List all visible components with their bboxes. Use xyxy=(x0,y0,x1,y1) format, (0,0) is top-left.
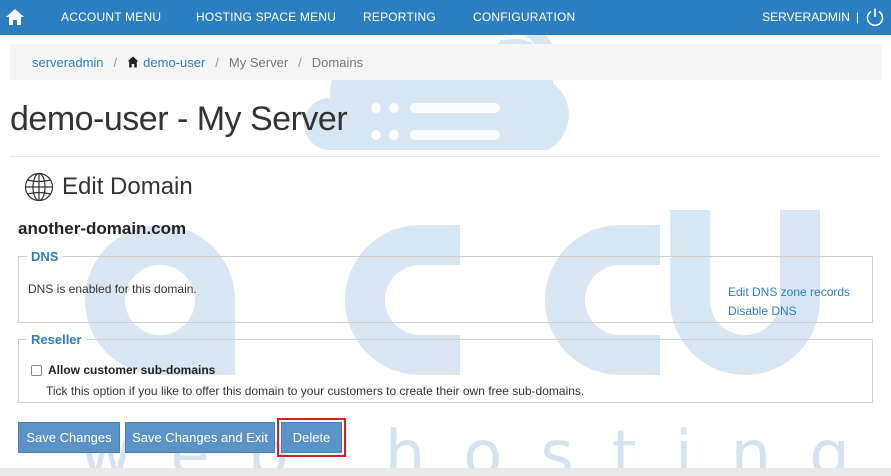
user-separator: | xyxy=(855,10,859,24)
breadcrumb-separator: / xyxy=(298,54,302,70)
user-area: SERVERADMIN | xyxy=(762,7,885,27)
reseller-panel: Reseller Allow customer sub-domains Tick… xyxy=(18,332,873,403)
dns-legend: DNS xyxy=(31,249,59,264)
delete-button[interactable]: Delete xyxy=(281,422,342,453)
nav-reporting[interactable]: REPORTING xyxy=(363,10,436,24)
nav-account-menu[interactable]: ACCOUNT MENU xyxy=(61,10,161,24)
section-title: Edit Domain xyxy=(62,173,193,200)
disable-dns-link[interactable]: Disable DNS xyxy=(728,302,850,321)
footer-strip xyxy=(0,468,891,476)
breadcrumb-demo-user[interactable]: demo-user xyxy=(143,55,205,70)
breadcrumb: serveradmin / demo-user / My Server / Do… xyxy=(10,44,882,80)
domain-name: another-domain.com xyxy=(18,219,187,238)
page-title: demo-user - My Server xyxy=(10,100,348,138)
username-link[interactable]: SERVERADMIN xyxy=(762,10,850,24)
breadcrumb-separator: / xyxy=(215,54,219,70)
allow-sub-domains-checkbox[interactable] xyxy=(31,364,42,376)
checkbox-help-text: Tick this option if you like to offer th… xyxy=(46,384,585,398)
nav-configuration[interactable]: CONFIGURATION xyxy=(473,10,575,24)
globe-icon xyxy=(24,172,54,202)
breadcrumb-separator: / xyxy=(113,54,118,70)
dns-links: Edit DNS zone records Disable DNS xyxy=(728,283,850,321)
breadcrumb-serveradmin[interactable]: serveradmin xyxy=(32,55,104,70)
nav-hosting-space-menu[interactable]: HOSTING SPACE MENU xyxy=(196,10,336,24)
save-changes-button[interactable]: Save Changes xyxy=(18,422,120,453)
reseller-legend: Reseller xyxy=(31,332,82,347)
dns-panel: DNS DNS is enabled for this domain. Edit… xyxy=(18,249,873,323)
divider xyxy=(10,156,880,157)
home-icon[interactable] xyxy=(5,8,25,26)
save-changes-exit-button[interactable]: Save Changes and Exit xyxy=(125,422,275,453)
home-icon xyxy=(127,56,139,68)
power-icon[interactable] xyxy=(865,7,885,27)
top-navbar: ACCOUNT MENU HOSTING SPACE MENU REPORTIN… xyxy=(0,0,891,35)
dns-status-text: DNS is enabled for this domain. xyxy=(28,282,197,296)
edit-dns-zone-link[interactable]: Edit DNS zone records xyxy=(728,283,850,302)
sub-domains-option: Allow customer sub-domains xyxy=(31,363,215,377)
section-heading: Edit Domain xyxy=(24,172,193,202)
breadcrumb-domains: Domains xyxy=(311,54,364,70)
checkbox-label[interactable]: Allow customer sub-domains xyxy=(48,363,215,377)
breadcrumb-my-server: My Server xyxy=(228,54,289,70)
